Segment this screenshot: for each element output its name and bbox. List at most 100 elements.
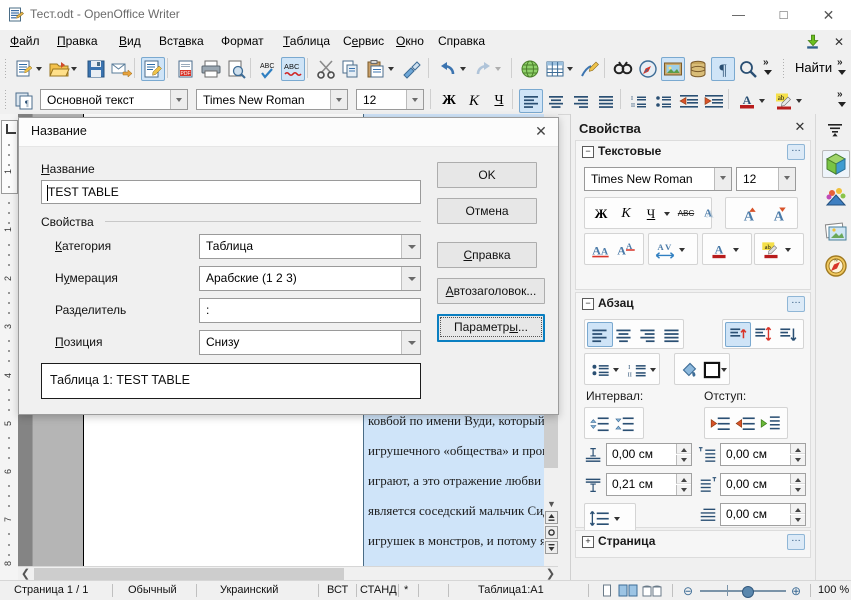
unordered-list-icon[interactable] — [652, 89, 676, 113]
category-combo[interactable]: Таблица — [199, 234, 421, 259]
page-panel-more-options[interactable] — [787, 534, 805, 550]
numbering-combo[interactable]: Арабские (1 2 3) — [199, 266, 421, 291]
chevron-down-icon[interactable] — [401, 267, 420, 290]
find-replace-icon[interactable] — [611, 57, 635, 81]
indent-after-decrement[interactable] — [790, 485, 805, 495]
spacing-above-field[interactable]: 0,00 см — [606, 443, 692, 466]
standard-toolbar-overflow[interactable]: » — [762, 56, 774, 80]
multi-page-view-icon[interactable] — [618, 584, 638, 597]
formatting-marks-icon[interactable]: ¶ — [711, 57, 735, 81]
indent-before-decrement[interactable] — [790, 455, 805, 465]
sidebar-highlight-color-icon[interactable]: ab — [758, 237, 784, 262]
chevron-down-icon[interactable] — [401, 331, 420, 354]
highlight-color-dropdown[interactable] — [784, 244, 793, 254]
menu-tools[interactable]: Сервис — [337, 33, 390, 50]
email-document-icon[interactable] — [109, 57, 133, 81]
sidebar-ordered-list-icon[interactable]: III — [625, 357, 651, 382]
align-left-icon[interactable] — [519, 89, 543, 113]
line-spacing-icon[interactable] — [587, 506, 613, 531]
undo-icon[interactable] — [436, 57, 460, 81]
status-language[interactable]: Украинский — [220, 584, 278, 596]
spacing-above-increment[interactable] — [676, 444, 691, 454]
font-color-dropdown[interactable] — [758, 95, 767, 105]
save-document-icon[interactable] — [84, 57, 108, 81]
font-color-dropdown[interactable] — [732, 244, 741, 254]
new-document-dropdown[interactable] — [35, 63, 44, 73]
sidebar-bold-button[interactable]: Ж — [588, 201, 614, 226]
borders-dropdown[interactable] — [720, 364, 729, 374]
underline-dropdown[interactable] — [663, 208, 672, 218]
underline-button[interactable]: Ч — [487, 89, 511, 113]
sidebar-font-color-icon[interactable]: A — [706, 237, 732, 262]
options-button[interactable]: Параметры... — [437, 314, 545, 342]
font-size-combo[interactable]: 12 — [356, 89, 424, 110]
character-spacing-icon[interactable]: AV — [652, 237, 678, 262]
draw-functions-icon[interactable] — [578, 57, 602, 81]
ok-button[interactable]: OK — [437, 162, 537, 188]
hanging-indent-icon[interactable] — [758, 411, 784, 436]
sidebar-close-button[interactable]: ✕ — [792, 119, 808, 135]
open-document-dropdown[interactable] — [70, 63, 79, 73]
separator-input[interactable]: : — [199, 298, 421, 323]
menu-help[interactable]: Справка — [432, 33, 491, 50]
bold-button[interactable]: Ж — [437, 89, 461, 113]
maximize-button[interactable]: □ — [761, 0, 806, 30]
strikethrough-icon[interactable]: ABC — [673, 201, 699, 226]
export-pdf-icon[interactable]: PDF — [174, 57, 198, 81]
book-view-icon[interactable] — [642, 584, 662, 597]
italic-button[interactable]: К — [462, 89, 486, 113]
spelling-icon[interactable]: ABC — [257, 57, 281, 81]
redo-icon[interactable] — [471, 57, 495, 81]
status-insert-mode[interactable]: ВСТ — [327, 584, 348, 596]
zoom-out-button[interactable]: ⊖ — [682, 585, 694, 597]
align-center-icon[interactable] — [544, 89, 568, 113]
autospellcheck-icon[interactable]: ABC — [281, 57, 305, 81]
menu-edit[interactable]: Правка — [51, 33, 104, 50]
menu-insert[interactable]: Вставка — [153, 33, 210, 50]
increase-indent-icon[interactable] — [702, 89, 726, 113]
sidebar-font-size-combo[interactable]: 12 — [736, 167, 796, 191]
find-toolbar-grip[interactable] — [782, 58, 786, 78]
paragraph-panel-header[interactable]: − Абзац — [576, 293, 810, 315]
font-color-icon[interactable]: A — [735, 89, 759, 113]
align-top-icon[interactable] — [725, 322, 751, 347]
download-update-icon[interactable] — [804, 33, 821, 50]
hyperlink-icon[interactable] — [518, 57, 542, 81]
spacing-above-decrement[interactable] — [676, 455, 691, 465]
menu-format[interactable]: Формат — [215, 33, 270, 50]
character-spacing-dropdown[interactable] — [678, 244, 687, 254]
chevron-down-icon[interactable] — [401, 235, 420, 258]
ordered-list-icon[interactable]: III — [627, 89, 651, 113]
paragraph-panel-expander[interactable]: − — [582, 298, 594, 310]
highlight-color-icon[interactable]: ab — [772, 89, 796, 113]
highlight-color-dropdown[interactable] — [795, 95, 804, 105]
align-justify-icon[interactable] — [594, 89, 618, 113]
paste-dropdown[interactable] — [387, 63, 396, 73]
paragraph-style-combo[interactable]: Основной текст — [40, 89, 188, 110]
cancel-button[interactable]: Отмена — [437, 198, 537, 224]
formatting-toolbar-overflow[interactable]: » — [836, 88, 848, 112]
data-sources-icon[interactable] — [686, 57, 710, 81]
scroll-left-button[interactable]: ❮ — [18, 567, 33, 581]
zoom-slider-thumb[interactable] — [742, 586, 754, 598]
character-panel-expander[interactable]: − — [582, 146, 594, 158]
spacing-below-field[interactable]: 0,21 см — [606, 473, 692, 496]
undo-dropdown[interactable] — [459, 63, 468, 73]
edit-file-icon[interactable] — [141, 57, 165, 81]
indent-after-field[interactable]: 0,00 см — [720, 473, 806, 496]
navigation-selector-button[interactable] — [545, 526, 558, 539]
spacing-below-increment[interactable] — [676, 474, 691, 484]
formatting-toolbar-grip[interactable] — [4, 89, 8, 109]
chevron-down-icon[interactable] — [714, 168, 731, 190]
zoom-icon[interactable] — [736, 57, 760, 81]
chevron-down-icon[interactable] — [330, 90, 347, 109]
page-panel-header[interactable]: + Страница — [576, 531, 810, 553]
scroll-right-button[interactable]: ❯ — [543, 567, 558, 581]
navigator-icon[interactable] — [636, 57, 660, 81]
sidebar-italic-button[interactable]: К — [613, 201, 639, 226]
insert-table-icon[interactable] — [543, 57, 567, 81]
status-modified[interactable]: * — [404, 584, 408, 596]
chevron-down-icon[interactable] — [170, 90, 187, 109]
autocaption-button[interactable]: Автозаголовок... — [437, 278, 545, 304]
horizontal-scrollbar[interactable]: ❮ ❯ — [18, 566, 558, 581]
